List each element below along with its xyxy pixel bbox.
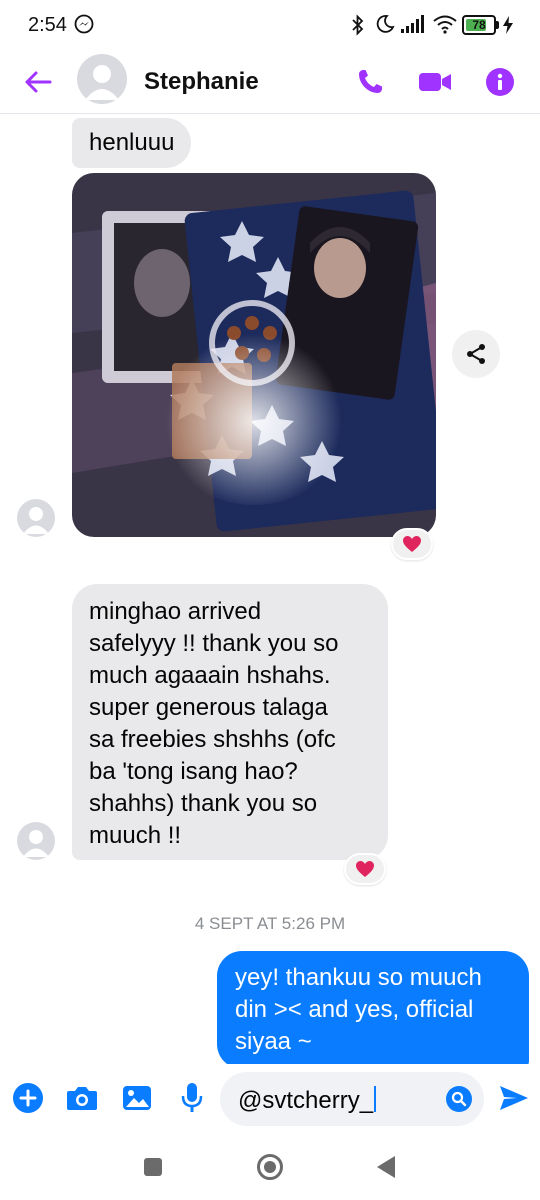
- home-button[interactable]: [256, 1153, 284, 1181]
- heart-icon: [356, 861, 374, 877]
- message-input[interactable]: @svtcherry_: [220, 1072, 484, 1126]
- info-icon: [486, 68, 514, 96]
- status-time: 2:54: [28, 14, 67, 36]
- audio-call-button[interactable]: [350, 62, 390, 102]
- video-call-button[interactable]: [415, 62, 455, 102]
- back-button[interactable]: [18, 62, 58, 102]
- contact-name[interactable]: Stephanie: [144, 68, 259, 96]
- message-input-value: @svtcherry_: [238, 1086, 377, 1115]
- conversation-info-button[interactable]: [480, 62, 520, 102]
- home-icon: [257, 1154, 283, 1180]
- recents-icon: [144, 1158, 162, 1176]
- more-actions-button[interactable]: [10, 1080, 46, 1116]
- microphone-icon: [181, 1083, 203, 1112]
- photo-message[interactable]: VE: [72, 173, 436, 537]
- gallery-button[interactable]: [119, 1080, 155, 1116]
- share-icon: [467, 344, 485, 364]
- sender-avatar[interactable]: [17, 822, 55, 860]
- send-button[interactable]: [496, 1080, 532, 1116]
- send-icon: [500, 1086, 528, 1110]
- conversation-header: Stephanie: [0, 52, 540, 114]
- message-text: henluuu: [89, 129, 175, 156]
- battery-indicator: 78: [462, 15, 496, 35]
- plus-icon: [13, 1083, 43, 1113]
- wifi-icon: [432, 14, 458, 39]
- battery-percent: 78: [472, 18, 486, 32]
- message-bubble-incoming[interactable]: minghao arrived safelyyy !! thank you so…: [72, 584, 388, 860]
- back-icon: [377, 1156, 395, 1178]
- signal-icon: [400, 14, 428, 39]
- search-button[interactable]: [446, 1086, 472, 1112]
- share-button[interactable]: [452, 330, 500, 378]
- phone-icon: [359, 70, 382, 93]
- video-camera-icon: [419, 73, 451, 91]
- bluetooth-icon: [350, 14, 366, 41]
- arrow-left-icon: [25, 71, 52, 93]
- message-bubble-incoming[interactable]: henluuu: [72, 118, 192, 168]
- text-caret: [374, 1086, 377, 1112]
- message-text: yey! thankuu so muuch din >< and yes, of…: [235, 964, 482, 1055]
- charging-icon: [502, 15, 514, 40]
- image-icon: [123, 1086, 151, 1110]
- message-bubble-outgoing[interactable]: yey! thankuu so muuch din >< and yes, of…: [217, 951, 529, 1069]
- status-bar: 2:54 78: [0, 0, 540, 52]
- voice-clip-button[interactable]: [174, 1080, 210, 1116]
- message-text: minghao arrived safelyyy !! thank you so…: [89, 598, 339, 849]
- heart-icon: [403, 536, 421, 552]
- messenger-notification-icon: [74, 14, 94, 39]
- thread-timestamp: 4 SEPT AT 5:26 PM: [194, 914, 346, 933]
- search-icon: [446, 1086, 472, 1112]
- back-nav-button[interactable]: [375, 1155, 397, 1179]
- sender-avatar[interactable]: [17, 499, 55, 537]
- message-composer: @svtcherry_: [0, 1064, 540, 1136]
- reaction-badge[interactable]: [344, 853, 386, 885]
- reaction-badge[interactable]: [391, 528, 433, 560]
- camera-button[interactable]: [64, 1080, 100, 1116]
- contact-avatar[interactable]: [77, 54, 127, 104]
- do-not-disturb-icon: [375, 14, 395, 39]
- camera-icon: [67, 1087, 97, 1110]
- recents-button[interactable]: [143, 1157, 163, 1177]
- battery-cap: [496, 21, 499, 29]
- system-navigation-bar: [0, 1136, 540, 1200]
